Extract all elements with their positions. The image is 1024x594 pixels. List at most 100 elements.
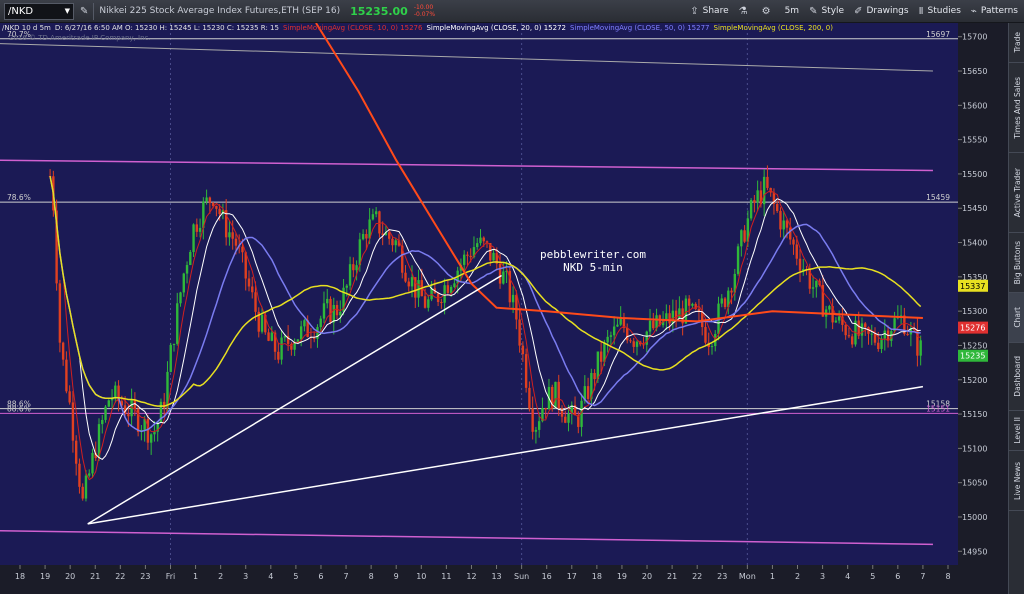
price-chart[interactable]: 14950 15000 15050 15100 15150 15200 15250 15300… bbox=[0, 23, 1008, 594]
candle-body bbox=[844, 324, 847, 336]
candle-body bbox=[736, 246, 740, 274]
candle-body bbox=[228, 232, 231, 238]
chart-area[interactable]: 14950 15000 15050 15100 15150 15200 15250 15300… bbox=[0, 23, 1008, 594]
side-tab-live-news[interactable]: Live News bbox=[1009, 451, 1024, 511]
side-tab-label: Live News bbox=[1012, 461, 1022, 500]
watermark-line-2: NKD 5-min bbox=[563, 261, 623, 274]
candle-body bbox=[231, 232, 234, 239]
x-tick-label: 20 bbox=[642, 572, 652, 581]
side-tabs: Trade Times And Sales Active Trader Big But… bbox=[1008, 23, 1024, 594]
candle-body bbox=[198, 227, 202, 232]
candle-body bbox=[723, 298, 727, 308]
x-tick-label: 2 bbox=[218, 572, 223, 581]
x-tick-label: 20 bbox=[65, 572, 75, 581]
y-tick-label: 15300 bbox=[962, 307, 987, 316]
candle-body bbox=[635, 341, 639, 347]
price-tag-label: 15235 bbox=[960, 352, 985, 361]
edit-pencil-icon[interactable]: ✎ bbox=[80, 6, 88, 17]
candle-body bbox=[107, 400, 110, 407]
toolbar-button-label: Studies bbox=[927, 6, 961, 16]
side-tab-dashboard[interactable]: Dashboard bbox=[1009, 343, 1024, 411]
candle-body bbox=[919, 340, 922, 356]
side-tab-times-and-sales[interactable]: Times And Sales bbox=[1009, 63, 1024, 153]
candle-body bbox=[101, 419, 104, 425]
studies-button[interactable]: Ⅱ Studies bbox=[919, 6, 961, 17]
candle-body bbox=[65, 359, 68, 392]
candle-body bbox=[749, 200, 753, 219]
candle-body bbox=[189, 252, 192, 266]
candle-body bbox=[446, 285, 450, 293]
watermark: pebblewriter.com NKD 5-min bbox=[540, 248, 646, 274]
candle-body bbox=[267, 332, 270, 341]
x-tick-label: 5 bbox=[870, 572, 875, 581]
style-icon: ✎ bbox=[809, 5, 818, 17]
drawings-button[interactable]: ✐ Drawings bbox=[854, 6, 909, 17]
candle-body bbox=[762, 176, 766, 205]
candle-body bbox=[524, 354, 528, 388]
x-tick-label: 6 bbox=[318, 572, 323, 581]
candle-body bbox=[564, 416, 567, 423]
side-tab-label: Big Buttons bbox=[1012, 240, 1022, 285]
share-icon: ⇪ bbox=[690, 5, 699, 17]
candle-body bbox=[329, 298, 332, 323]
candle-body bbox=[482, 237, 485, 242]
candle-body bbox=[68, 391, 71, 403]
gear-icon: ⚙ bbox=[761, 5, 771, 17]
dropdown-arrow-icon[interactable]: ▼ bbox=[65, 7, 70, 15]
candle-body bbox=[114, 385, 117, 398]
candle-body bbox=[609, 335, 613, 337]
candle-body bbox=[642, 344, 645, 346]
legend-study: SimpleMovingAvg (CLOSE, 20, 0) 15272 bbox=[426, 24, 566, 32]
gear-button[interactable]: ⚙ bbox=[762, 6, 775, 17]
5m-button[interactable]: 5m bbox=[785, 6, 800, 17]
candle-body bbox=[492, 252, 495, 261]
candle-body bbox=[172, 343, 176, 345]
candle-body bbox=[339, 311, 342, 316]
candle-body bbox=[74, 440, 78, 464]
x-tick-label: 21 bbox=[667, 572, 677, 581]
y-tick-label: 15200 bbox=[962, 376, 987, 385]
candle-body bbox=[593, 372, 596, 380]
candle-body bbox=[427, 299, 430, 308]
x-tick-label: 23 bbox=[140, 572, 150, 581]
patterns-button[interactable]: ⌁ Patterns bbox=[971, 6, 1018, 17]
candle-body bbox=[632, 341, 635, 347]
share-button[interactable]: ⇪ Share bbox=[690, 6, 728, 17]
candle-body bbox=[792, 239, 795, 245]
symbol-selector[interactable]: /NKD ▼ bbox=[4, 2, 74, 20]
y-tick-label: 14950 bbox=[962, 547, 987, 556]
candle-body bbox=[394, 240, 397, 246]
candle-body bbox=[58, 283, 62, 343]
style-button[interactable]: ✎ Style bbox=[809, 6, 844, 17]
candle-body bbox=[795, 244, 798, 259]
y-tick-label: 15150 bbox=[962, 410, 987, 419]
candle-body bbox=[864, 323, 867, 328]
candle-body bbox=[104, 406, 107, 420]
time-axis[interactable] bbox=[0, 565, 1008, 594]
x-tick-label: 18 bbox=[592, 572, 602, 581]
candle-body bbox=[241, 246, 244, 253]
side-tab-chart[interactable]: Chart bbox=[1009, 293, 1024, 343]
x-tick-label: 22 bbox=[692, 572, 702, 581]
y-tick-label: 15400 bbox=[962, 239, 987, 248]
flask-button[interactable]: ⚗ bbox=[739, 6, 752, 17]
candle-body bbox=[332, 305, 335, 323]
candle-body bbox=[449, 286, 453, 293]
candle-body bbox=[648, 320, 652, 332]
candle-body bbox=[453, 283, 456, 287]
candle-body bbox=[61, 342, 65, 360]
side-tab-level-ii[interactable]: Level II bbox=[1009, 411, 1024, 451]
x-tick-label: 19 bbox=[40, 572, 50, 581]
side-tab-trade[interactable]: Trade bbox=[1009, 23, 1024, 63]
candle-body bbox=[511, 294, 515, 303]
x-tick-label: 10 bbox=[416, 572, 426, 581]
candle-body bbox=[326, 298, 329, 304]
candle-body bbox=[479, 237, 482, 244]
candle-body bbox=[528, 387, 531, 409]
legend-studies: SimpleMovingAvg (CLOSE, 10, 0) 15276 Simp… bbox=[283, 24, 833, 32]
side-tab-big-buttons[interactable]: Big Buttons bbox=[1009, 233, 1024, 293]
candle-body bbox=[782, 220, 785, 230]
side-tab-active-trader[interactable]: Active Trader bbox=[1009, 153, 1024, 233]
chart-legend: /NKD 10 d 5m D: 6/27/16 6:50 AM O: 15230… bbox=[2, 24, 833, 32]
candle-body bbox=[599, 351, 603, 362]
